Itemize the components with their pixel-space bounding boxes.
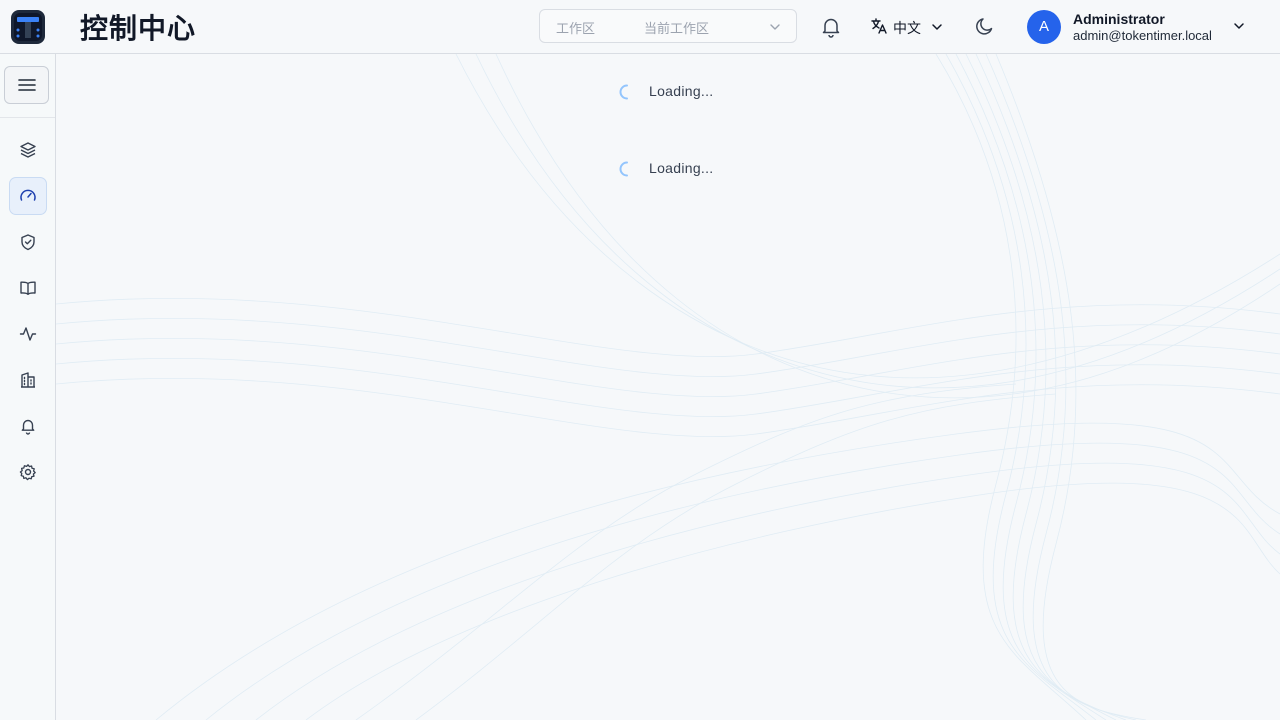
sidebar-item-security[interactable] — [9, 223, 47, 261]
loading-indicator: Loading... — [618, 81, 728, 103]
building-icon — [21, 372, 35, 388]
sidebar — [0, 54, 56, 720]
sidebar-item-layers[interactable] — [9, 131, 47, 169]
loading-indicator: Loading... — [618, 158, 728, 180]
page-title: 控制中心 — [80, 13, 197, 44]
app-logo[interactable] — [11, 10, 45, 44]
notifications-bell-icon[interactable] — [818, 14, 844, 40]
top-header: 控制中心 工作区 当前工作区 中文 A Administrator admin@… — [0, 0, 1280, 54]
shield-check-icon — [21, 234, 35, 251]
loading-text: Loading... — [649, 160, 714, 176]
spinner-icon — [619, 84, 628, 100]
workspace-label: 工作区 — [556, 21, 596, 36]
settings-icon — [19, 464, 36, 481]
sidebar-item-alerts[interactable] — [9, 407, 47, 445]
menu-toggle-button[interactable] — [4, 66, 49, 104]
hamburger-icon — [18, 79, 36, 91]
chevron-down-icon — [770, 24, 780, 30]
translate-icon — [871, 18, 887, 34]
sidebar-item-dashboard[interactable] — [9, 177, 47, 215]
workspace-value: 当前工作区 — [644, 21, 710, 36]
user-menu[interactable]: A Administrator admin@tokentimer.local — [1026, 9, 1256, 45]
layers-icon — [20, 142, 36, 158]
avatar: A — [1027, 10, 1061, 44]
bell-icon — [21, 419, 35, 435]
sidebar-item-activity[interactable] — [9, 315, 47, 353]
language-switcher[interactable]: 中文 — [870, 14, 946, 40]
workspace-select[interactable]: 工作区 当前工作区 — [539, 9, 797, 43]
spinner-icon — [619, 161, 628, 177]
gauge-icon — [20, 189, 36, 201]
sidebar-item-docs[interactable] — [9, 269, 47, 307]
sidebar-item-settings[interactable] — [9, 453, 47, 491]
moon-icon[interactable] — [974, 15, 996, 37]
language-label: 中文 — [893, 20, 921, 36]
user-email: admin@tokentimer.local — [1073, 28, 1212, 43]
activity-icon — [19, 327, 37, 341]
main-content: Loading... Loading... — [56, 54, 1280, 720]
chevron-down-icon — [1234, 23, 1244, 29]
sidebar-item-organization[interactable] — [9, 361, 47, 399]
loading-text: Loading... — [649, 83, 714, 99]
book-open-icon — [20, 281, 36, 295]
sidebar-divider — [0, 117, 55, 118]
chevron-down-icon — [932, 24, 942, 30]
user-name: Administrator — [1073, 11, 1165, 27]
